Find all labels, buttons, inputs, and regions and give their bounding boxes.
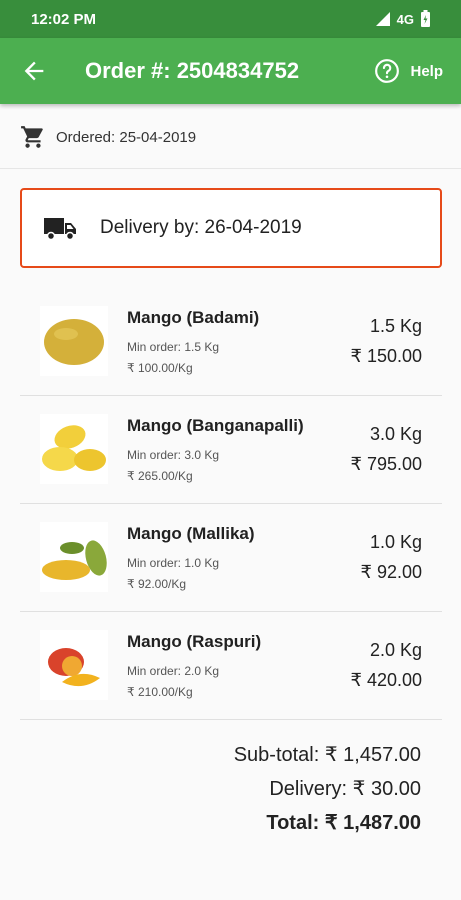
- help-button[interactable]: Help: [374, 58, 443, 84]
- item-quantity: 1.0 Kg: [369, 532, 422, 552]
- mango-badami-image: [40, 306, 108, 376]
- item-price: ₹ 92.00: [360, 562, 423, 582]
- help-circle-icon: [375, 59, 400, 83]
- delivery-date-label: Delivery by: 26-04-2019: [100, 217, 302, 238]
- item-price: ₹ 795.00: [350, 454, 422, 474]
- item-min-order: Min order: 2.0 Kg: [127, 664, 220, 678]
- item-price: ₹ 150.00: [350, 346, 422, 366]
- item-min-order: Min order: 1.0 Kg: [127, 556, 220, 570]
- item-name: Mango (Mallika): [127, 524, 255, 543]
- item-name: Mango (Banganapalli): [127, 416, 304, 435]
- list-item[interactable]: Mango (Badami) Min order: 1.5 Kg ₹ 100.0…: [20, 288, 442, 396]
- item-name: Mango (Raspuri): [127, 632, 262, 651]
- list-item[interactable]: Mango (Raspuri) Min order: 2.0 Kg ₹ 210.…: [20, 612, 442, 720]
- divider: [0, 168, 461, 169]
- mango-raspuri-image: [40, 630, 108, 700]
- status-bar: 12:02 PM 4G: [0, 0, 461, 38]
- back-arrow-icon[interactable]: [20, 57, 48, 85]
- item-rate: ₹ 100.00/Kg: [127, 361, 193, 375]
- item-name: Mango (Badami): [127, 308, 260, 327]
- delivery-fee-label: Delivery: ₹ 30.00: [269, 778, 421, 800]
- order-items-list: Mango (Badami) Min order: 1.5 Kg ₹ 100.0…: [20, 288, 442, 720]
- item-rate: ₹ 210.00/Kg: [127, 685, 193, 699]
- status-icons: 4G: [375, 10, 431, 28]
- item-quantity: 2.0 Kg: [369, 640, 422, 660]
- item-quantity: 1.5 Kg: [369, 316, 422, 336]
- item-quantity: 3.0 Kg: [369, 424, 422, 444]
- cart-icon: [21, 126, 43, 148]
- item-price: ₹ 420.00: [350, 670, 422, 690]
- status-time: 12:02 PM: [31, 11, 97, 28]
- ordered-date-row: Ordered: 25-04-2019: [20, 124, 196, 150]
- total-label: Total: ₹ 1,487.00: [266, 812, 421, 834]
- battery-icon: [421, 10, 430, 27]
- list-item[interactable]: Mango (Banganapalli) Min order: 3.0 Kg ₹…: [20, 396, 442, 504]
- delivery-date-box: Delivery by: 26-04-2019: [20, 188, 442, 268]
- signal-icon: [375, 12, 390, 26]
- mango-banganapalli-image: [40, 414, 108, 484]
- item-rate: ₹ 92.00/Kg: [127, 577, 187, 591]
- list-item[interactable]: Mango (Mallika) Min order: 1.0 Kg ₹ 92.0…: [20, 504, 442, 612]
- page-title: Order #: 2504834752: [85, 58, 300, 83]
- order-totals: Sub-total: ₹ 1,457.00 Delivery: ₹ 30.00 …: [234, 738, 421, 840]
- truck-icon: [44, 218, 76, 241]
- help-label: Help: [410, 62, 443, 80]
- subtotal-label: Sub-total: ₹ 1,457.00: [233, 744, 421, 766]
- item-rate: ₹ 265.00/Kg: [127, 469, 193, 483]
- network-label: 4G: [396, 11, 414, 27]
- app-bar: Order #: 2504834752 Help: [0, 38, 461, 104]
- ordered-date-label: Ordered: 25-04-2019: [56, 128, 197, 146]
- item-min-order: Min order: 3.0 Kg: [127, 448, 220, 462]
- mango-mallika-image: [40, 522, 108, 592]
- item-min-order: Min order: 1.5 Kg: [127, 340, 220, 354]
